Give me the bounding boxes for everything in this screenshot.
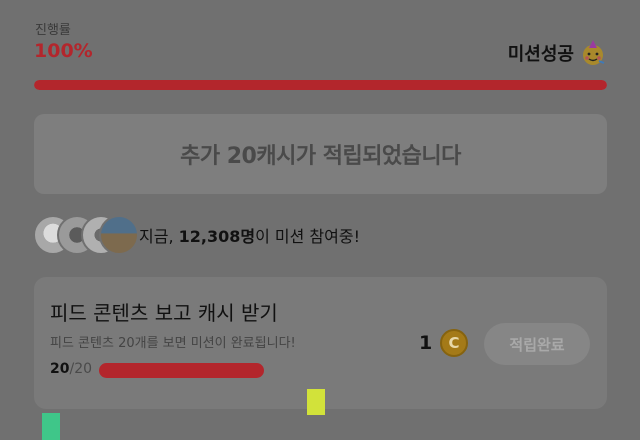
mission-progress-bar [99,363,264,378]
yellow-marker [307,389,325,415]
progress-fill [34,80,607,90]
mission-count: 20/20 [50,361,92,377]
avatar [99,215,139,255]
progress-label: 진행률 [35,23,71,38]
progress-value: 100% [34,40,93,62]
mission-description: 피드 콘텐츠 20개를 보면 미션이 완료됩니다! [50,336,296,351]
claim-complete-button[interactable]: 적립완료 [484,323,590,365]
cash-coin-icon: C [440,329,468,357]
participants-text: 지금, 12,308명이 미션 참여중! [139,223,360,247]
green-marker [42,413,60,440]
reward-banner-text: 추가 20캐시가 적립되었습니다 [180,144,461,169]
avatar-stack [33,215,139,255]
participants-row: 지금, 12,308명이 미션 참여중! [33,215,360,255]
participants-suffix: 이 미션 참여중! [255,227,360,246]
party-face-icon [583,40,605,65]
mission-title: 피드 콘텐츠 보고 캐시 받기 [50,301,278,325]
reward-banner: 추가 20캐시가 적립되었습니다 [34,114,607,194]
reward-amount: 1 [419,332,433,354]
mission-count-total: /20 [69,361,93,377]
coin-glyph: C [448,334,460,352]
progress-track [34,80,607,90]
mission-screen: 진행률 100% 미션성공 추가 20캐시가 적립되었습니다 지금, 12,30… [0,0,640,440]
participants-count: 12,308명 [178,227,256,246]
mission-count-done: 20 [50,361,70,377]
mission-status-label: 미션성공 [507,44,574,65]
participants-prefix: 지금, [139,227,179,246]
mission-status: 미션성공 [508,40,606,66]
